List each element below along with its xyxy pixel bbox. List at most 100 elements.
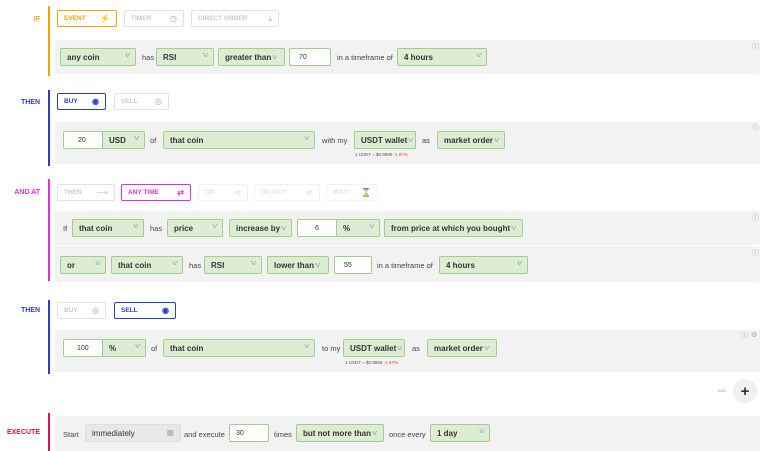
tab-buy[interactable]: BUY ◎ xyxy=(57,302,106,319)
chevron-down-icon: v xyxy=(281,224,287,232)
tab-wait-label: WAIT xyxy=(333,189,350,196)
info-icon[interactable]: ⓘ xyxy=(752,42,759,52)
wallet-select[interactable]: USDT wallet v xyxy=(343,339,405,357)
times-text: times xyxy=(274,430,292,439)
if-bar xyxy=(48,6,50,76)
rate-change-text: -1.97% xyxy=(383,360,398,365)
order-type-select-value: market order xyxy=(444,135,493,145)
comparison-select[interactable]: greater than v xyxy=(218,48,285,66)
tab-buy-label: BUY xyxy=(64,98,78,105)
unit-select[interactable]: % v xyxy=(102,339,146,357)
limit-select[interactable]: but not more than v xyxy=(296,424,384,442)
execute-bar xyxy=(48,413,50,451)
info-icon[interactable]: ⓘ xyxy=(752,248,759,258)
as-text: as xyxy=(422,136,430,145)
coin-select[interactable]: that coin v xyxy=(163,339,315,357)
coin-select[interactable]: any coin v xyxy=(60,48,136,66)
info-icon[interactable]: ⓘ xyxy=(741,331,748,341)
percent-value-input[interactable]: 6 xyxy=(297,219,339,237)
then-buy-label: THEN xyxy=(20,99,40,106)
of-text: of xyxy=(150,136,157,145)
tab-then[interactable]: THEN ⟶ xyxy=(57,184,115,201)
tab-buy[interactable]: BUY ◉ xyxy=(57,93,106,110)
unit-select-value: % xyxy=(109,343,117,353)
wallet-select[interactable]: USDT wallet v xyxy=(354,131,416,149)
reference-select[interactable]: from price at which you bought v xyxy=(384,219,523,237)
chevron-down-icon: v xyxy=(511,224,517,232)
info-icon[interactable]: ⓘ xyxy=(752,123,759,133)
start-text: Start xyxy=(63,430,79,439)
metric-select[interactable]: price v xyxy=(167,219,223,237)
chevron-down-icon: v xyxy=(475,52,481,59)
to-my-text: to my xyxy=(322,344,341,353)
chevron-down-icon: v xyxy=(368,223,374,230)
of-text: of xyxy=(151,344,158,353)
chevron-down-icon: v xyxy=(272,53,278,61)
tab-event[interactable]: EVENT ⚡ xyxy=(57,10,117,27)
metric-select-value: price xyxy=(174,223,194,233)
interval-select[interactable]: 1 day v xyxy=(430,424,490,442)
coin-select[interactable]: that coin v xyxy=(163,131,315,149)
then-sell-row: 100 % v of that coin v to my USDT wallet v … xyxy=(55,330,760,372)
add-label: ADD xyxy=(718,388,727,393)
fork-icon: ⊲ xyxy=(234,188,241,197)
and-at-row-1: If that coin v has price v increase by v 6 … xyxy=(55,211,760,245)
clock-icon: ◷ xyxy=(170,14,177,23)
chevron-down-icon: v xyxy=(202,52,208,59)
tab-or[interactable]: OR ⊲ xyxy=(198,184,248,201)
rsi-value-input[interactable]: 55 xyxy=(334,256,372,274)
coin-select[interactable]: that coin v xyxy=(111,256,183,274)
start-date-picker[interactable]: immediately ▦ xyxy=(85,424,181,442)
wallet-select-value: USDT wallet xyxy=(350,343,397,353)
comparison-select[interactable]: lower than v xyxy=(267,256,329,274)
start-date-value: immediately xyxy=(92,428,135,438)
chevron-down-icon: v xyxy=(171,260,177,267)
amount-input[interactable]: 100 xyxy=(63,339,105,357)
chevron-down-icon: v xyxy=(372,429,378,437)
info-icon[interactable]: ⓘ xyxy=(752,213,759,223)
times-input[interactable]: 30 xyxy=(229,424,269,442)
tab-sell[interactable]: SELL ◉ xyxy=(114,302,176,319)
if-label: IF xyxy=(33,16,40,23)
timeframe-select[interactable]: 4 hours v xyxy=(439,256,528,274)
swap-arrows-icon: ⇄ xyxy=(177,188,184,197)
reference-select-value: from price at which you bought xyxy=(391,223,511,233)
rsi-value-input[interactable]: 70 xyxy=(289,48,331,66)
exchange-rate-text: 1 USDT = $0.9895 xyxy=(355,152,393,157)
check-circle-icon: ◉ xyxy=(92,97,99,106)
arrow-right-icon: ⟶ xyxy=(96,188,108,197)
unit-select[interactable]: % v xyxy=(336,219,380,237)
coin-select[interactable]: that coin v xyxy=(72,219,144,237)
order-type-select[interactable]: market order v xyxy=(437,131,505,149)
chevron-down-icon: v xyxy=(124,52,130,59)
direction-select[interactable]: increase by v xyxy=(229,219,292,237)
check-circle-icon: ◉ xyxy=(162,306,169,315)
settings-icon[interactable]: ⚙ xyxy=(751,331,757,339)
tab-wait[interactable]: WAIT ⌛ xyxy=(326,184,378,201)
download-icon: ⤓ xyxy=(268,14,272,23)
has-text: has xyxy=(189,261,202,270)
limit-select-value: but not more than xyxy=(303,428,371,438)
tab-direct-order[interactable]: DIRECT ORDER ⤓ xyxy=(191,10,279,27)
order-type-select[interactable]: market order v xyxy=(427,339,497,357)
tab-any-time[interactable]: ANY TIME ⇄ xyxy=(121,184,191,201)
amount-input[interactable]: 20 xyxy=(63,131,105,149)
indicator-select[interactable]: RSI v xyxy=(204,256,262,274)
chevron-down-icon: v xyxy=(303,135,309,142)
direction-select-value: increase by xyxy=(236,223,281,233)
timeframe-select[interactable]: 4 hours v xyxy=(397,48,487,66)
add-button[interactable]: + xyxy=(733,379,757,403)
tab-sell[interactable]: SELL ◎ xyxy=(114,93,169,110)
indicator-select[interactable]: RSI v xyxy=(156,48,214,66)
chevron-down-icon: v xyxy=(94,260,100,267)
indicator-select-value: RSI xyxy=(163,52,177,62)
exchange-rate-note: 1 USDT = $0.9895 -1.97% xyxy=(355,152,408,157)
comparison-select-value: greater than xyxy=(225,52,272,62)
timeframe-select-value: 4 hours xyxy=(446,260,475,270)
connector-select[interactable]: or v xyxy=(60,256,106,274)
currency-select[interactable]: USD v xyxy=(102,131,145,149)
then-sell-label: THEN xyxy=(20,307,40,314)
tab-timer[interactable]: TIMER ◷ xyxy=(124,10,184,27)
calendar-icon: ▦ xyxy=(166,428,174,437)
tab-do-not[interactable]: DO NOT ⊘ xyxy=(254,184,320,201)
